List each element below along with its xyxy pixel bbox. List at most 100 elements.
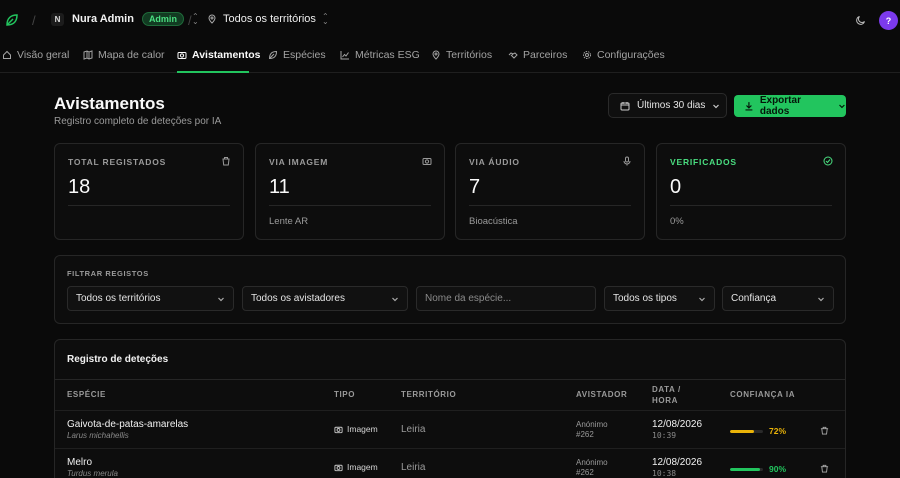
stat-value: 11 (269, 176, 290, 198)
observer-name: Anónimo (576, 420, 608, 429)
time-value: 10:39 (652, 431, 677, 440)
species-search-input[interactable]: Nome da espécie... (416, 286, 596, 311)
species-cell: Melro Turdus merula (67, 457, 118, 478)
tab-mapa-de-calor[interactable]: Mapa de calor (83, 49, 165, 61)
chevron-up-down-icon: ⌃ ⌄ (191, 12, 199, 26)
stat-card-image: VIA IMAGEM 11 Lente AR (255, 143, 445, 240)
role-badge: Admin (141, 12, 184, 26)
calendar-icon (620, 101, 630, 110)
tab-metricas-esg[interactable]: Métricas ESG (340, 49, 420, 61)
confidence-bar-fill (730, 467, 760, 471)
observer-id: #262 (576, 430, 594, 439)
user-avatar[interactable]: ? (879, 11, 898, 30)
column-header-species: ESPÉCIE (67, 390, 106, 399)
confidence-bar (730, 467, 763, 471)
check-circle-icon (823, 156, 833, 166)
stat-card-audio: VIA ÁUDIO 7 Bioacústica (455, 143, 645, 240)
export-button[interactable]: Exportar dados (734, 95, 846, 117)
moon-icon[interactable] (855, 14, 867, 26)
territory-switcher[interactable]: Todos os territórios ⌃ ⌄ (207, 12, 329, 26)
confidence-cell: 72% (730, 426, 786, 436)
leaf-icon (268, 50, 278, 60)
tab-configuracoes[interactable]: Configurações (582, 49, 665, 61)
chevron-down-icon (818, 297, 824, 302)
camera-icon (334, 464, 343, 471)
download-icon (745, 102, 753, 111)
divider (269, 205, 431, 206)
tab-label: Mapa de calor (98, 49, 165, 61)
delete-icon[interactable] (820, 426, 829, 435)
column-header-confidence: CONFIANÇA IA (730, 390, 796, 399)
tab-avistamentos[interactable]: Avistamentos (177, 49, 260, 61)
delete-icon[interactable] (820, 464, 829, 473)
tab-territorios[interactable]: Territórios (431, 49, 492, 61)
stat-label: VERIFICADOS (670, 157, 737, 167)
confidence-value: 90% (769, 464, 787, 474)
stat-label: VIA IMAGEM (269, 157, 329, 167)
column-header-time: HORA (652, 396, 678, 405)
export-label: Exportar dados (759, 95, 801, 117)
confidence-filter[interactable]: Confiança (722, 286, 834, 311)
tab-label: Avistamentos (192, 49, 261, 61)
column-header-datetime: DATA / HORA (652, 384, 681, 406)
date-range-button[interactable]: Últimos 30 dias (608, 93, 727, 118)
org-avatar: N (51, 12, 64, 26)
breadcrumb-separator: / (188, 13, 192, 28)
tab-especies[interactable]: Espécies (268, 49, 326, 61)
top-bar: / N Nura Admin Admin ⌃ ⌄ / Todos os terri… (0, 0, 900, 40)
observer-id: #262 (576, 468, 594, 477)
breadcrumb-separator: / (32, 13, 36, 28)
confidence-value: 72% (769, 426, 787, 436)
observer-cell: Anónimo #262 (576, 420, 608, 440)
filters-label: FILTRAR REGISTOS (67, 269, 149, 278)
species-cell: Gaivota-de-patas-amarelas Larus michahel… (67, 419, 188, 440)
observer-filter[interactable]: Todos os avistadores (242, 286, 408, 311)
divider (670, 205, 832, 206)
observer-cell: Anónimo #262 (576, 458, 608, 478)
pin-icon (432, 50, 440, 60)
stat-footer: 0% (670, 216, 684, 227)
confidence-bar-fill (730, 429, 754, 433)
stat-value: 7 (469, 176, 481, 198)
chevron-down-icon (392, 297, 398, 302)
detections-table: Registro de deteções ESPÉCIE TIPO TERRIT… (54, 339, 846, 478)
leaf-logo-icon[interactable] (4, 12, 20, 28)
column-header-date: DATA / (652, 385, 681, 394)
handshake-icon (508, 52, 518, 59)
page-subtitle: Registro completo de deteções por IA (54, 116, 222, 127)
chevron-down-icon (699, 297, 705, 302)
confidence-filter-value: Confiança (731, 293, 777, 304)
chart-icon (340, 51, 349, 60)
type-filter[interactable]: Todos os tipos (604, 286, 715, 311)
tab-label: Métricas ESG (355, 49, 420, 61)
tab-label: Visão geral (17, 49, 70, 61)
trash-icon (222, 157, 230, 166)
divider (55, 379, 845, 380)
map-icon (83, 50, 93, 60)
stat-card-total: TOTAL REGISTADOS 18 (54, 143, 244, 240)
tab-label: Espécies (283, 49, 326, 61)
territory-filter[interactable]: Todos os territórios (67, 286, 234, 311)
date-value: 12/08/2026 (652, 419, 703, 430)
tab-visao-geral[interactable]: Visão geral (2, 49, 69, 61)
column-header-type: TIPO (334, 390, 356, 399)
species-scientific-name: Turdus merula (67, 469, 118, 478)
chevron-up-down-icon: ⌃ ⌄ (321, 12, 329, 26)
org-switcher[interactable]: N Nura Admin Admin ⌃ ⌄ (51, 12, 199, 26)
divider (469, 205, 631, 206)
type-label: Imagem (347, 424, 378, 434)
species-common-name: Gaivota-de-patas-amarelas (67, 419, 189, 430)
chevron-down-icon (218, 297, 224, 302)
stat-card-verified: VERIFICADOS 0 0% (656, 143, 846, 240)
species-common-name: Melro (67, 457, 93, 468)
tab-parceiros[interactable]: Parceiros (508, 49, 567, 61)
column-header-territory: TERRITÓRIO (401, 390, 457, 399)
main-nav: Visão geral Mapa de calor Avistamentos E… (0, 40, 900, 73)
time-value: 10:38 (652, 469, 677, 478)
divider (68, 205, 230, 206)
territory-switcher-label: Todos os territórios (223, 13, 316, 25)
home-icon (3, 50, 11, 59)
stat-label: TOTAL REGISTADOS (68, 157, 167, 167)
chevron-down-icon (839, 104, 845, 109)
divider (55, 410, 845, 411)
